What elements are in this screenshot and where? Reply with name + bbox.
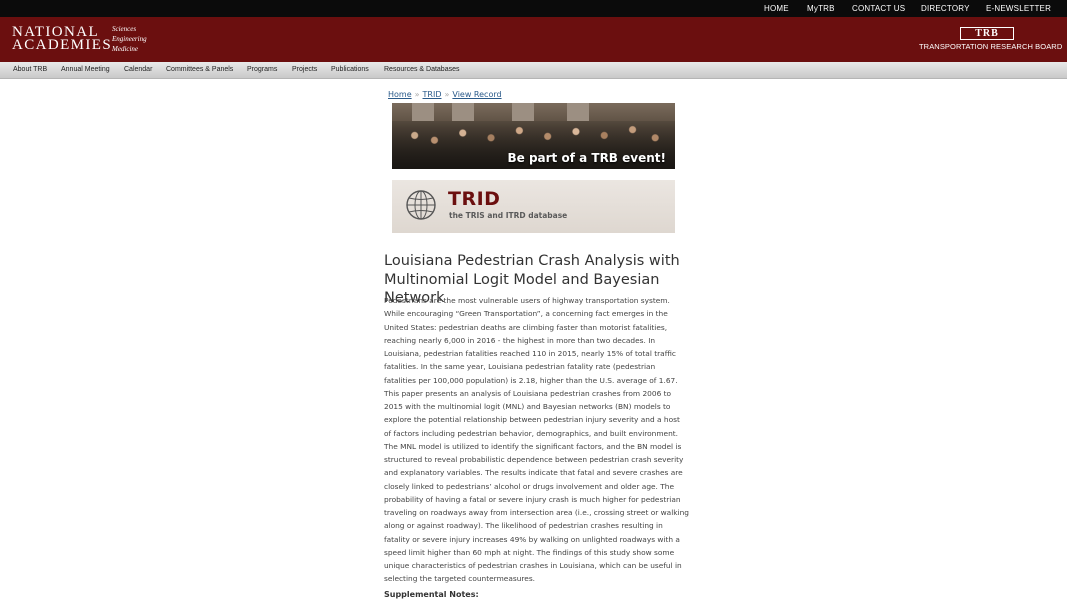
banner-photo-window [567, 103, 589, 121]
na-logo-text: NATIONAL ACADEMIES [12, 24, 113, 53]
top-link-e-newsletter[interactable]: E-NEWSLETTER [986, 0, 1051, 17]
record-abstract: Pedestrians are the most vulnerable user… [384, 296, 689, 584]
trb-logo[interactable]: TRB [960, 27, 1014, 40]
trid-subtitle: the TRIS and ITRD database [449, 211, 568, 220]
breadcrumb-separator: » [414, 90, 420, 99]
breadcrumb: Home» TRID» View Record [388, 90, 502, 99]
nav-item-annual-meeting[interactable]: Annual Meeting [61, 62, 110, 78]
nav-item-programs[interactable]: Programs [247, 62, 277, 78]
supplemental-notes-label: Supplemental Notes: [384, 590, 479, 599]
breadcrumb-separator: » [444, 90, 450, 99]
nav-item-publications[interactable]: Publications [331, 62, 369, 78]
banner-text: Be part of a TRB event! [507, 151, 666, 165]
trid-header[interactable]: TRID the TRIS and ITRD database [392, 180, 675, 233]
na-subtitle-sciences: Sciences [112, 25, 137, 33]
top-link-directory[interactable]: DIRECTORY [921, 0, 970, 17]
banner-photo-window [412, 103, 434, 121]
top-link-contact-us[interactable]: CONTACT US [852, 0, 905, 17]
site-header: NATIONAL ACADEMIES Sciences Engineering … [0, 17, 1067, 62]
breadcrumb-home[interactable]: Home [388, 90, 412, 99]
event-banner[interactable]: Be part of a TRB event! [392, 103, 675, 169]
trb-name[interactable]: TRANSPORTATION RESEARCH BOARD [919, 42, 1062, 51]
utility-bar: HOME MyTRB CONTACT US DIRECTORY E-NEWSLE… [0, 0, 1067, 17]
nav-item-calendar[interactable]: Calendar [124, 62, 152, 78]
na-subtitle-medicine: Medicine [112, 45, 139, 53]
nav-item-about-trb[interactable]: About TRB [13, 62, 47, 78]
trid-title: TRID [448, 188, 501, 210]
top-link-home[interactable]: HOME [764, 0, 789, 17]
nav-item-resources-databases[interactable]: Resources & Databases [384, 62, 459, 78]
banner-photo-window [452, 103, 474, 121]
banner-photo-window [512, 103, 534, 121]
globe-icon [406, 190, 436, 220]
nav-item-committees-panels[interactable]: Committees & Panels [166, 62, 233, 78]
breadcrumb-view-record[interactable]: View Record [452, 90, 501, 99]
top-link-mytrb[interactable]: MyTRB [807, 0, 835, 17]
main-nav: About TRB Annual Meeting Calendar Commit… [0, 62, 1067, 79]
national-academies-logo[interactable]: NATIONAL ACADEMIES [12, 24, 113, 53]
nav-item-projects[interactable]: Projects [292, 62, 317, 78]
na-logo-subtitles: Sciences Engineering Medicine [112, 24, 147, 54]
na-subtitle-engineering: Engineering [112, 35, 147, 43]
breadcrumb-trid[interactable]: TRID [423, 90, 442, 99]
